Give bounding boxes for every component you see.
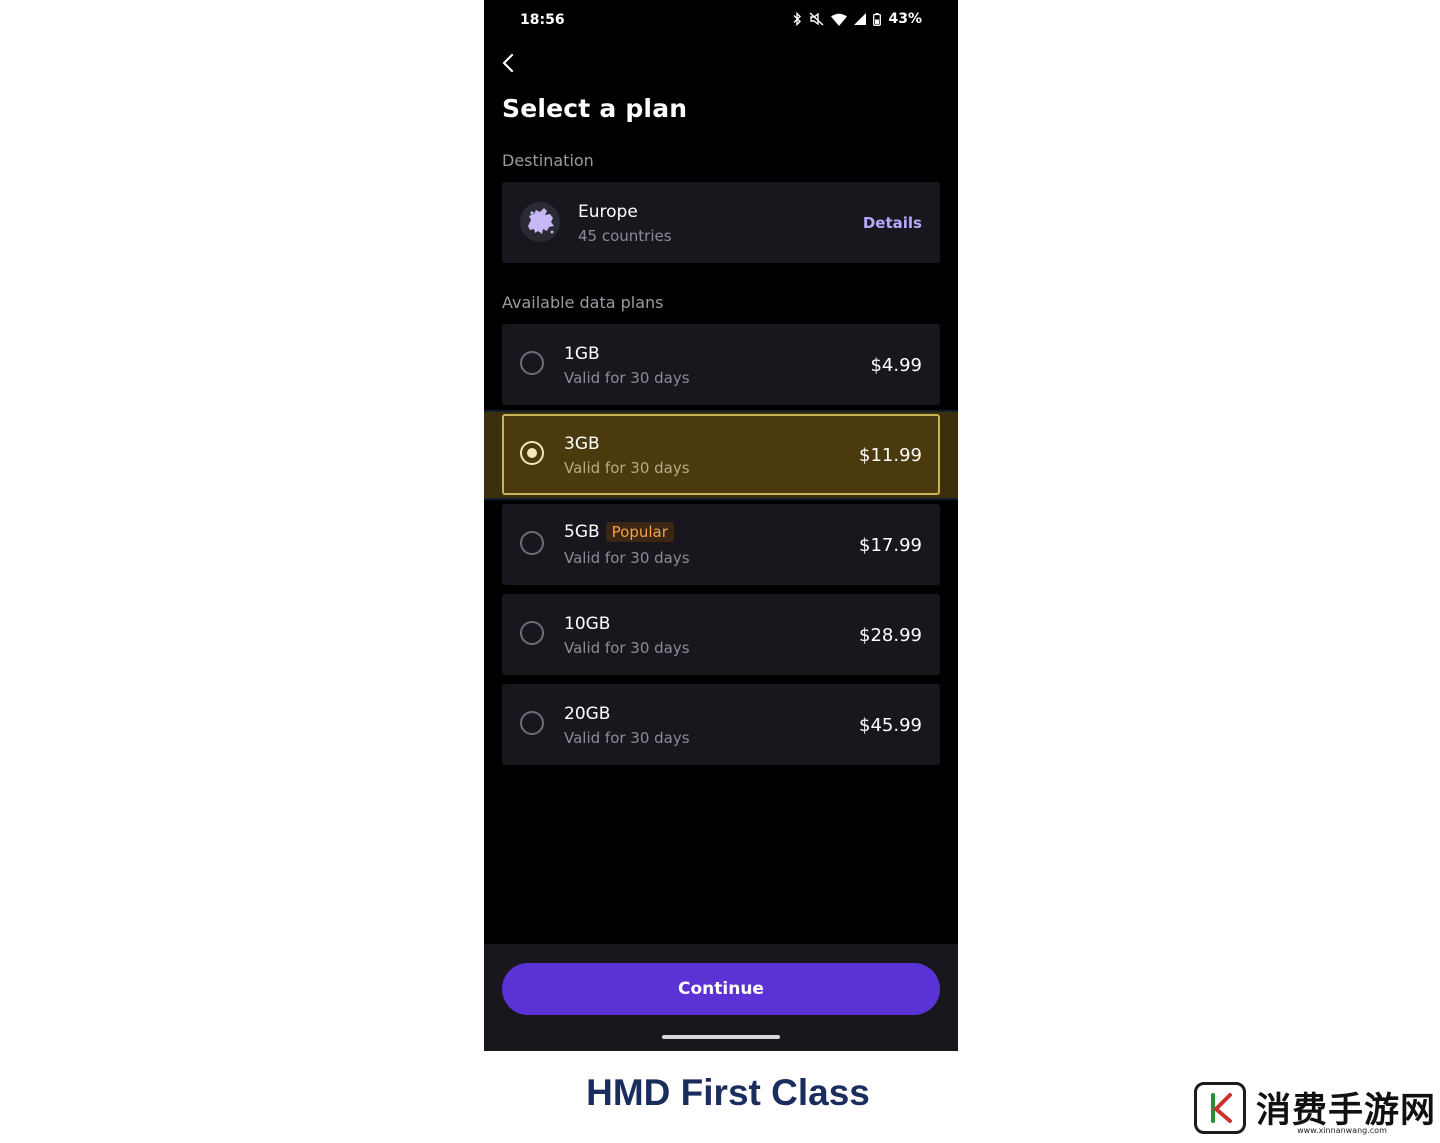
battery-percent: 43% (888, 11, 922, 27)
plan-card-10gb[interactable]: 10GB Valid for 30 days $28.99 (502, 594, 940, 675)
plan-radio-selected[interactable] (520, 441, 544, 465)
watermark-logo-icon (1194, 1082, 1246, 1134)
status-time: 18:56 (520, 12, 565, 28)
plan-card-20gb[interactable]: 20GB Valid for 30 days $45.99 (502, 684, 940, 765)
plan-card-5gb[interactable]: 5GB Popular Valid for 30 days $17.99 (502, 504, 940, 585)
plan-card-3gb[interactable]: 3GB Valid for 30 days $11.99 (502, 414, 940, 495)
plan-price: $4.99 (870, 355, 922, 376)
plan-name: 5GB Popular (564, 522, 674, 542)
plan-validity: Valid for 30 days (564, 549, 690, 567)
plan-price: $45.99 (859, 715, 922, 736)
back-button[interactable] (498, 50, 518, 76)
chevron-left-icon (502, 53, 514, 73)
plan-validity: Valid for 30 days (564, 729, 690, 747)
plan-name: 3GB (564, 434, 600, 454)
plan-radio[interactable] (520, 531, 544, 555)
bottom-panel: Continue (484, 944, 958, 1051)
details-link[interactable]: Details (863, 214, 922, 232)
popular-badge: Popular (605, 522, 674, 542)
plan-name: 20GB (564, 704, 611, 724)
plan-name: 10GB (564, 614, 611, 634)
plan-name: 1GB (564, 344, 600, 364)
watermark: 消费手游网 www.xinnanwang.com (1186, 1076, 1440, 1143)
plan-validity: Valid for 30 days (564, 459, 690, 477)
continue-button[interactable]: Continue (502, 963, 940, 1015)
status-icons: 43% (792, 11, 922, 27)
battery-icon (873, 12, 882, 26)
europe-map-icon (520, 202, 560, 242)
plan-price: $17.99 (859, 535, 922, 556)
home-indicator[interactable] (662, 1035, 780, 1039)
plans-label: Available data plans (502, 293, 664, 312)
destination-card[interactable]: Europe 45 countries Details (502, 182, 940, 263)
plan-radio[interactable] (520, 711, 544, 735)
plan-price: $11.99 (859, 445, 922, 466)
destination-name: Europe (578, 202, 638, 222)
status-bar: 18:56 43% (484, 0, 958, 40)
page-title: Select a plan (502, 94, 688, 123)
destination-subtitle: 45 countries (578, 227, 672, 245)
bluetooth-icon (793, 12, 802, 26)
plan-radio[interactable] (520, 621, 544, 645)
phone-screen: 18:56 43% Select a plan Destination Euro… (484, 0, 958, 1051)
plan-validity: Valid for 30 days (564, 369, 690, 387)
plan-radio[interactable] (520, 351, 544, 375)
mute-icon (810, 12, 824, 26)
signal-icon (854, 13, 867, 25)
plan-validity: Valid for 30 days (564, 639, 690, 657)
plan-card-1gb[interactable]: 1GB Valid for 30 days $4.99 (502, 324, 940, 405)
destination-label: Destination (502, 151, 594, 170)
plan-price: $28.99 (859, 625, 922, 646)
watermark-url: www.xinnanwang.com (1297, 1126, 1387, 1135)
wifi-icon (831, 13, 848, 26)
